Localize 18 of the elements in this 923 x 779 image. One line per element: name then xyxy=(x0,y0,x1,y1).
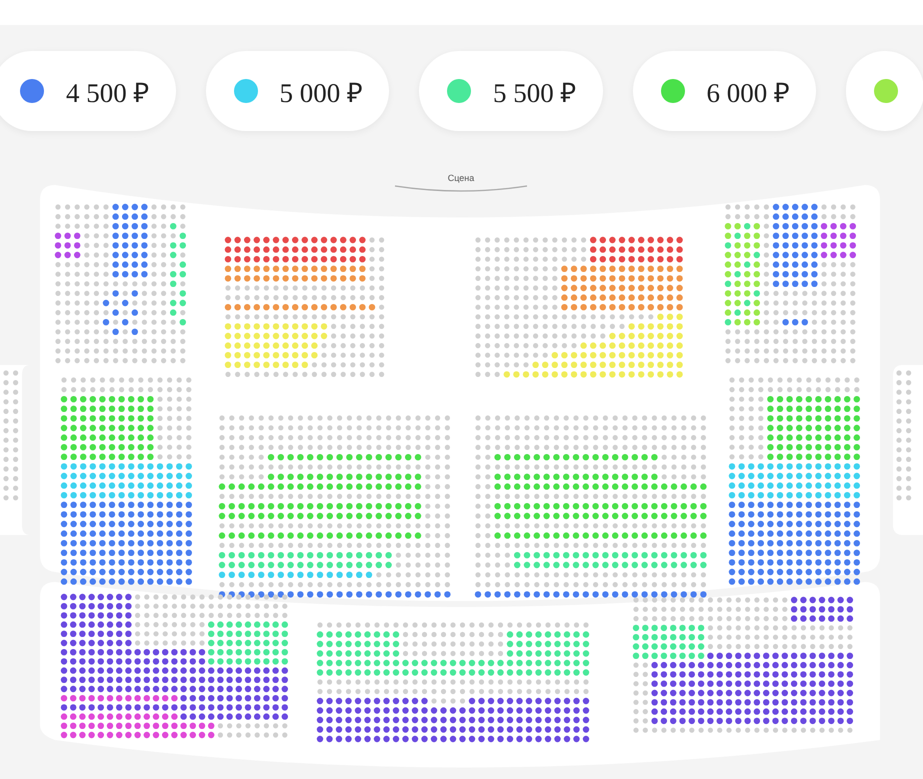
stage-label: Сцена xyxy=(448,173,474,183)
seat-block-drawing[interactable] xyxy=(632,596,854,733)
price-label: 4 500 ₽ xyxy=(66,76,150,110)
price-filter-chip[interactable]: 5 000 ₽ xyxy=(206,51,389,131)
price-filter-chip[interactable]: 4 500 ₽ xyxy=(0,51,176,131)
price-filter-chip[interactable]: 6 000 ₽ xyxy=(632,51,816,131)
seat-block-drawing[interactable] xyxy=(54,204,186,364)
price-label: 6 000 ₽ xyxy=(706,76,790,110)
seat-block-drawing[interactable] xyxy=(60,594,288,738)
price-filter-chip[interactable]: 5 500 ₽ xyxy=(419,51,602,131)
price-label: 5 000 ₽ xyxy=(280,76,363,110)
price-label: 5 500 ₽ xyxy=(493,76,576,110)
seat-block-drawing[interactable] xyxy=(60,377,192,585)
seat-block-drawing[interactable] xyxy=(316,622,590,742)
seat-block-drawing[interactable] xyxy=(224,236,384,377)
seat-block-drawing[interactable] xyxy=(728,377,860,585)
seat-block-drawing[interactable] xyxy=(475,236,683,378)
seat-block-drawing[interactable] xyxy=(724,204,856,364)
